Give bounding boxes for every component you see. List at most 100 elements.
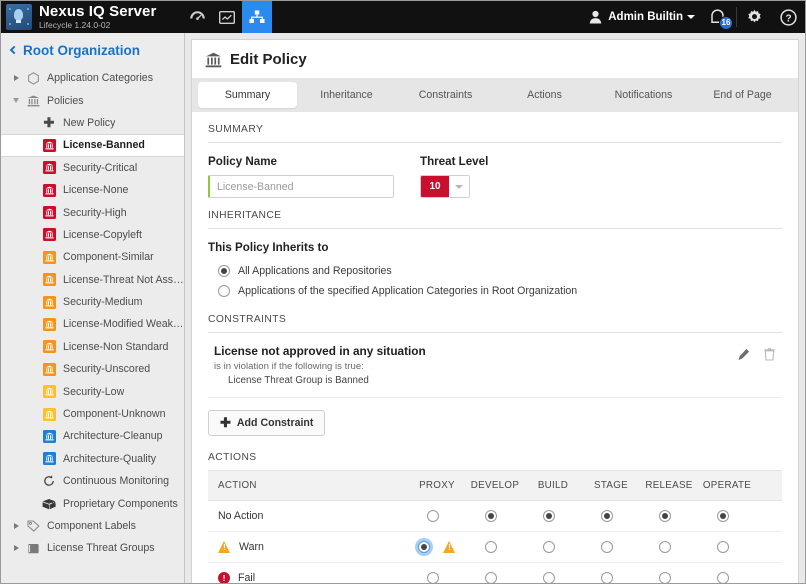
tab-inheritance[interactable]: Inheritance: [297, 82, 396, 108]
sidebar-item-proprietary-components[interactable]: Proprietary Components: [1, 492, 184, 514]
tab-actions[interactable]: Actions: [495, 82, 594, 108]
tab-constraints[interactable]: Constraints: [396, 82, 495, 108]
back-link-label: Root Organization: [23, 43, 140, 58]
sidebar-item-component-unknown[interactable]: Component-Unknown: [1, 403, 184, 425]
sidebar-item-continuous-monitoring[interactable]: Continuous Monitoring: [1, 470, 184, 492]
actions-cell[interactable]: [408, 563, 466, 584]
radio-button[interactable]: [543, 510, 555, 522]
gear-icon[interactable]: [737, 1, 771, 33]
item-icon-slot: [23, 72, 43, 85]
actions-cell[interactable]: [408, 501, 466, 532]
actions-cell[interactable]: [698, 532, 756, 563]
radio-button[interactable]: [218, 285, 230, 297]
inheritance-option-2[interactable]: Applications of the specified Applicatio…: [208, 282, 782, 302]
actions-cell[interactable]: [698, 501, 756, 532]
sidebar-item-security-unscored[interactable]: Security-Unscored: [1, 358, 184, 380]
radio-button[interactable]: [659, 541, 671, 553]
pencil-edit-icon[interactable]: [730, 348, 756, 361]
nexus-lightbulb-logo[interactable]: [6, 4, 32, 30]
sidebar-item-license-copyleft[interactable]: License-Copyleft: [1, 224, 184, 246]
radio-button[interactable]: [485, 541, 497, 553]
actions-cell[interactable]: [466, 563, 524, 584]
sidebar-navigation: Root Organization Application Categories…: [1, 33, 185, 584]
sidebar-item-license-none[interactable]: License-None: [1, 179, 184, 201]
sidebar-item-policies[interactable]: Policies: [1, 89, 184, 111]
sidebar-item-license-threat-not-assig[interactable]: License-Threat Not Assig...: [1, 269, 184, 291]
actions-cell[interactable]: [698, 563, 756, 584]
radio-button[interactable]: [717, 510, 729, 522]
actions-cell[interactable]: [582, 563, 640, 584]
radio-button[interactable]: [717, 572, 729, 584]
actions-cell[interactable]: [524, 532, 582, 563]
notifications-button[interactable]: 16: [709, 9, 726, 26]
radio-button[interactable]: [427, 572, 439, 584]
radio-button[interactable]: [418, 541, 430, 553]
lightbulb-shape: [14, 9, 23, 20]
radio-button[interactable]: [485, 572, 497, 584]
radio-button[interactable]: [601, 572, 613, 584]
actions-cell[interactable]: [640, 532, 698, 563]
twisty-slot[interactable]: [9, 523, 23, 529]
sidebar-item-label: Security-Critical: [63, 162, 137, 174]
threat-level-select[interactable]: 10: [420, 175, 470, 198]
actions-cell[interactable]: [582, 501, 640, 532]
tab-summary[interactable]: Summary: [198, 82, 297, 108]
tab-notifications[interactable]: Notifications: [594, 82, 693, 108]
reports-chart-icon[interactable]: [212, 1, 242, 33]
tab-end-of-page[interactable]: End of Page: [693, 82, 792, 108]
radio-button[interactable]: [543, 541, 555, 553]
sidebar-item-security-low[interactable]: Security-Low: [1, 380, 184, 402]
actions-cell[interactable]: [524, 501, 582, 532]
twisty-slot[interactable]: [9, 98, 23, 103]
radio-button[interactable]: [601, 541, 613, 553]
radio-button[interactable]: [485, 510, 497, 522]
sidebar-item-application-categories[interactable]: Application Categories: [1, 67, 184, 89]
sidebar-item-security-critical[interactable]: Security-Critical: [1, 157, 184, 179]
add-constraint-button[interactable]: ✚ Add Constraint: [208, 410, 325, 436]
item-icon-slot: [23, 543, 43, 554]
inheritance-option-1[interactable]: All Applications and Repositories: [208, 262, 782, 282]
sidebar-item-new-policy[interactable]: ✚New Policy: [1, 112, 184, 134]
actions-cell[interactable]: [524, 563, 582, 584]
sidebar-item-architecture-cleanup[interactable]: Architecture-Cleanup: [1, 425, 184, 447]
warning-triangle-icon: [218, 541, 231, 553]
sidebar-item-component-labels[interactable]: Component Labels: [1, 515, 184, 537]
item-icon-slot: [39, 408, 59, 421]
organization-hierarchy-icon[interactable]: [242, 1, 272, 33]
policy-name-input[interactable]: License-Banned: [208, 175, 394, 198]
radio-button[interactable]: [218, 265, 230, 277]
actions-cell[interactable]: [466, 501, 524, 532]
refresh-cycle-icon: [43, 475, 55, 487]
back-to-root-organization-link[interactable]: Root Organization: [1, 33, 184, 67]
sidebar-item-license-modified-weak[interactable]: License-Modified Weak ...: [1, 313, 184, 335]
policy-square-icon: [43, 273, 56, 286]
sidebar-item-license-non-standard[interactable]: License-Non Standard: [1, 336, 184, 358]
sidebar-item-security-high[interactable]: Security-High: [1, 201, 184, 223]
sidebar-item-license-banned[interactable]: License-Banned: [1, 134, 184, 156]
actions-cell[interactable]: [640, 501, 698, 532]
actions-cell[interactable]: [582, 532, 640, 563]
sidebar-item-label: Security-High: [63, 207, 127, 219]
radio-button[interactable]: [601, 510, 613, 522]
sidebar-item-component-similar[interactable]: Component-Similar: [1, 246, 184, 268]
radio-button[interactable]: [659, 572, 671, 584]
actions-cell[interactable]: [408, 532, 466, 563]
radio-button[interactable]: [659, 510, 671, 522]
dashboard-gauge-icon[interactable]: [182, 1, 212, 33]
sidebar-item-architecture-quality[interactable]: Architecture-Quality: [1, 448, 184, 470]
sidebar-item-security-medium[interactable]: Security-Medium: [1, 291, 184, 313]
trash-delete-icon[interactable]: [756, 348, 782, 361]
svg-text:?: ?: [785, 13, 791, 24]
user-menu[interactable]: Admin Builtin: [589, 10, 695, 24]
twisty-slot[interactable]: [9, 75, 23, 81]
chevron-right-icon: [14, 523, 19, 529]
help-question-icon[interactable]: ?: [771, 1, 805, 33]
radio-button[interactable]: [717, 541, 729, 553]
radio-button[interactable]: [543, 572, 555, 584]
radio-button[interactable]: [427, 510, 439, 522]
policy-square-icon: [43, 430, 56, 443]
actions-cell[interactable]: [466, 532, 524, 563]
sidebar-item-license-threat-groups[interactable]: License Threat Groups: [1, 537, 184, 559]
actions-cell[interactable]: [640, 563, 698, 584]
twisty-slot[interactable]: [9, 545, 23, 551]
